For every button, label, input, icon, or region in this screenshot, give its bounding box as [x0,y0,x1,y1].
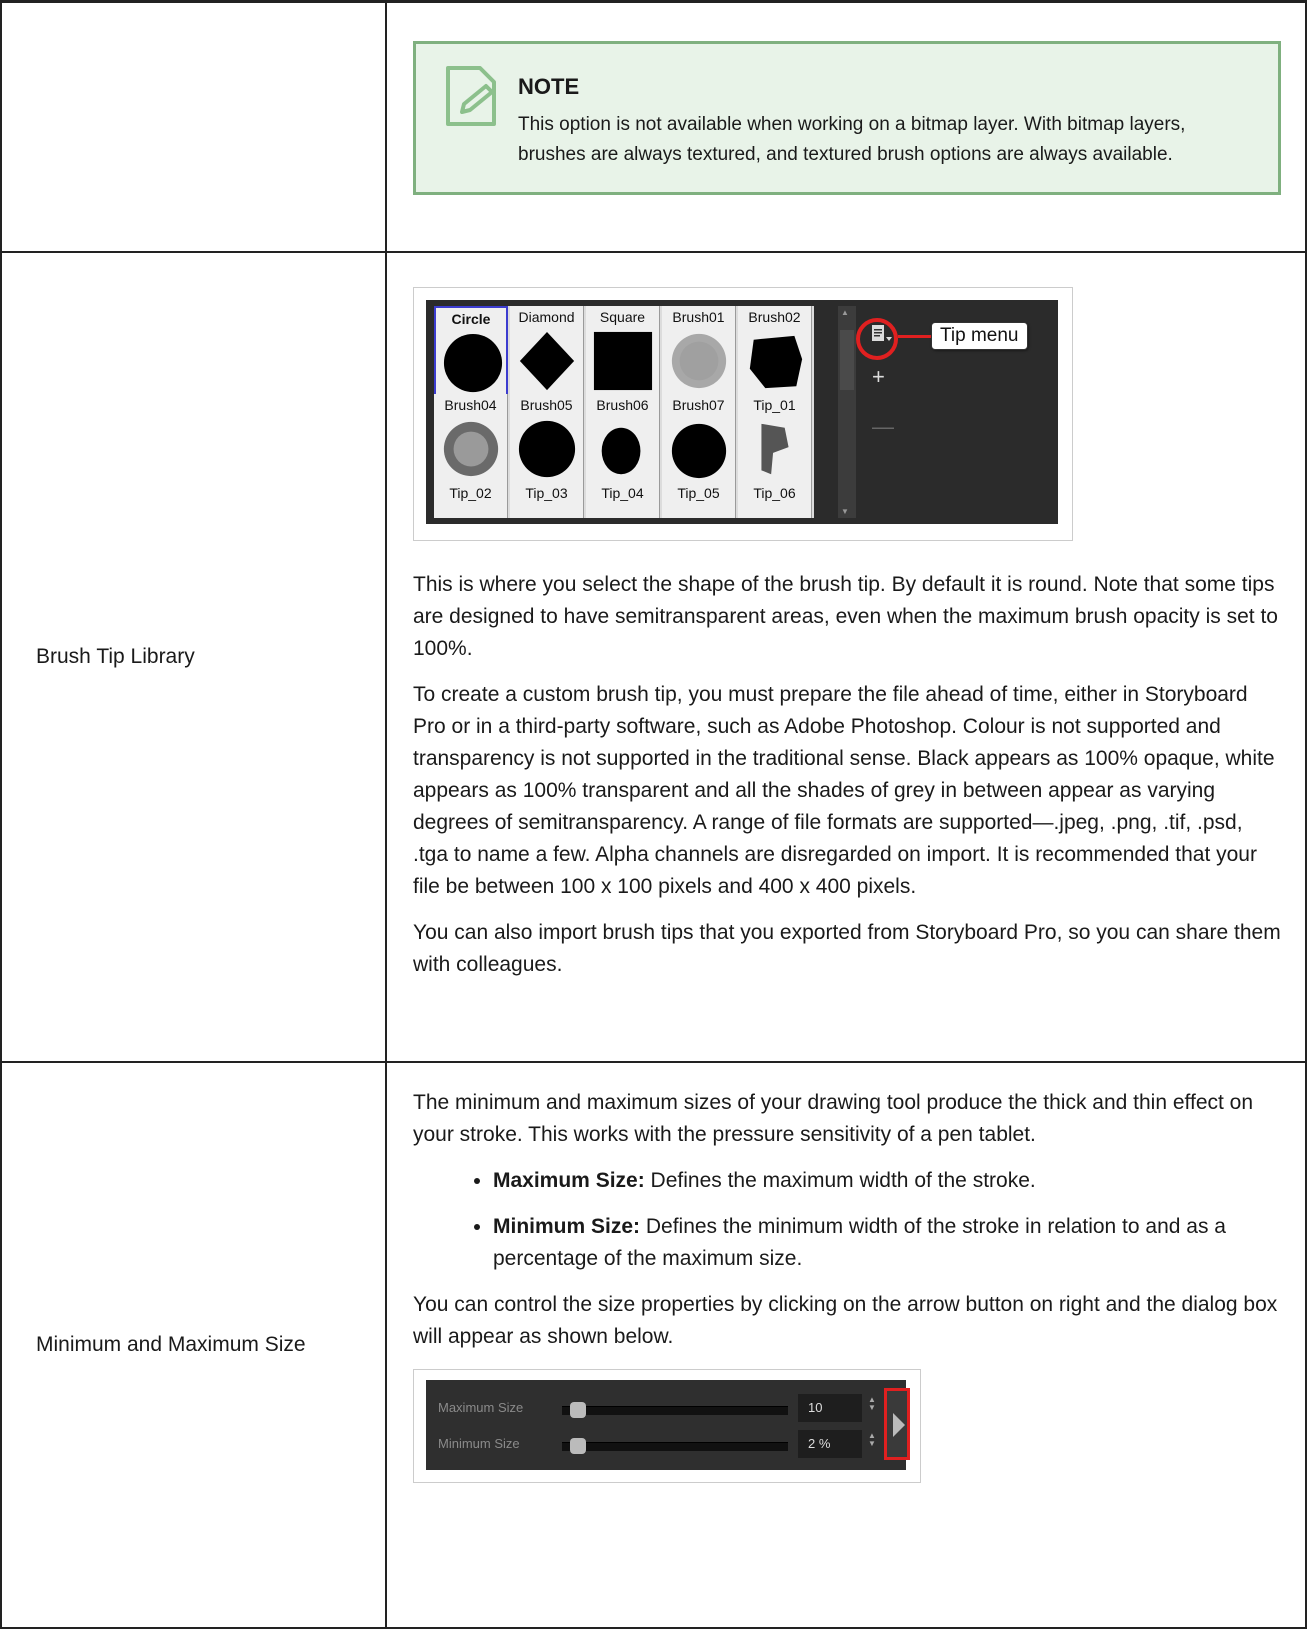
min-size-slider[interactable] [562,1441,788,1451]
note-pencil-icon [446,66,496,126]
brush-tip-label: Square [599,308,646,325]
size-properties-arrow-button[interactable] [884,1387,910,1460]
scroll-down-icon[interactable]: ▼ [841,507,849,516]
tip-menu-callout: Tip menu [931,321,1028,350]
brush-tip-content: Circle Diamond Square Brush01 Brush02 Brush04… [385,250,1307,1063]
brush-tip-label: Tip_03 [525,484,568,501]
add-tip-icon[interactable]: + [872,364,885,390]
callout-line [898,334,932,338]
brush-tip-shape-icon [443,333,503,392]
brush-tip-label: Brush Tip Library [0,250,387,1063]
brush-tip-label: Brush02 [748,308,801,325]
size-row: Minimum and Maximum Size The minimum and… [0,1060,1307,1629]
brush-tip-tip_04[interactable]: Tip_04 [586,481,660,518]
brush-tip-shape-icon [593,331,653,390]
empty-label-cell [0,0,387,253]
brush-tip-label: Tip_01 [753,396,796,413]
brush-tip-label: Brush04 [444,396,497,413]
min-size-knob[interactable] [570,1437,586,1454]
brush-tip-tip_06[interactable]: Tip_06 [738,481,812,518]
brush-tip-diamond[interactable]: Diamond [510,305,584,398]
brush-tip-panel: Circle Diamond Square Brush01 Brush02 Brush04… [426,299,1058,524]
brush-tip-label: Brush06 [596,396,649,413]
brush-tip-shape-icon [671,333,727,388]
note-title: NOTE [518,74,580,99]
brush-tip-brush06[interactable]: Brush06 [586,393,660,486]
brush-tip-shape-icon [671,423,727,478]
brush-tip-brush04[interactable]: Brush04 [434,393,508,486]
brush-tip-tip_03[interactable]: Tip_03 [510,481,584,518]
brush-tip-shape-icon [601,427,641,474]
size-content: The minimum and maximum sizes of your dr… [385,1060,1307,1629]
brush-tip-paragraph-1: This is where you select the shape of th… [413,572,1278,660]
bullet-min-size: Minimum Size: Defines the minimum width … [493,1211,1281,1275]
tip-grid: Circle Diamond Square Brush01 Brush02 Brush04… [434,305,814,518]
size-label: Minimum and Maximum Size [0,1060,387,1629]
brush-tip-tip_01[interactable]: Tip_01 [738,393,812,486]
brush-tip-label: Brush01 [672,308,725,325]
brush-tip-paragraph-2: To create a custom brush tip, you must p… [413,682,1275,898]
max-size-label: Maximum Size [438,1399,524,1415]
brush-tip-row: Brush Tip Library Circle Diamond Square Bru… [0,250,1307,1063]
brush-tip-square[interactable]: Square [586,305,660,398]
note-cell: NOTE This option is not available when w… [385,0,1307,253]
brush-tip-label: Brush05 [520,396,573,413]
tip-menu-highlight [856,317,898,360]
brush-tip-label: Diamond [518,308,575,325]
max-size-spinner-icon[interactable]: ▲ ▼ [868,1395,876,1412]
bullet-desc: Defines the maximum width of the stroke. [644,1168,1036,1192]
size-bullets: Maximum Size: Defines the maximum width … [413,1165,1281,1275]
scroll-up-icon[interactable]: ▲ [841,308,849,317]
min-size-spinner-icon[interactable]: ▲ ▼ [868,1431,876,1448]
brush-tip-shape-icon [519,331,575,390]
properties-table: NOTE This option is not available when w… [0,0,1307,1629]
brush-tip-label: Tip_04 [601,484,644,501]
note-text: This option is not available when workin… [518,114,1186,165]
min-size-label: Minimum Size [438,1435,520,1451]
note-row: NOTE This option is not available when w… [0,0,1307,253]
brush-tip-circle[interactable]: Circle [434,305,508,398]
brush-tip-brush05[interactable]: Brush05 [510,393,584,486]
brush-tip-tip_05[interactable]: Tip_05 [662,481,736,518]
size-paragraph-1: The minimum and maximum sizes of your dr… [413,1090,1254,1146]
max-size-knob[interactable] [570,1401,586,1418]
remove-tip-icon[interactable]: — [872,414,894,440]
size-paragraph-2: You can control the size properties by c… [413,1292,1278,1348]
brush-tip-brush07[interactable]: Brush07 [662,393,736,486]
max-size-slider[interactable] [562,1405,788,1415]
brush-tip-library-screenshot: Circle Diamond Square Brush01 Brush02 Brush04… [413,286,1073,541]
bullet-term: Minimum Size: [493,1214,641,1238]
max-size-input[interactable]: 10 [798,1393,862,1422]
brush-tip-tip_02[interactable]: Tip_02 [434,481,508,518]
brush-tip-shape-icon [761,423,789,474]
brush-tip-brush01[interactable]: Brush01 [662,305,736,398]
brush-tip-label: Brush07 [672,396,725,413]
bullet-max-size: Maximum Size: Defines the maximum width … [493,1165,1281,1197]
min-size-input[interactable]: 2 % [798,1429,862,1458]
scroll-thumb[interactable] [840,329,854,390]
note-box: NOTE This option is not available when w… [413,41,1281,195]
brush-tip-label: Circle [451,310,491,327]
brush-tip-shape-icon [518,420,576,477]
bullet-term: Maximum Size: [493,1168,645,1192]
size-widget-screenshot: Maximum Size 10 ▲ ▼ Minimum Size 2 % ▲ ▼ [413,1368,921,1483]
brush-tip-shape-icon [443,421,499,476]
brush-tip-label: Tip_02 [449,484,492,501]
size-panel: Maximum Size 10 ▲ ▼ Minimum Size 2 % ▲ ▼ [426,1379,910,1470]
brush-tip-shape-icon [749,335,803,388]
brush-tip-label: Tip_06 [753,484,796,501]
tip-scrollbar[interactable]: ▲ ▼ [838,305,856,518]
brush-tip-paragraph-3: You can also import brush tips that you … [413,920,1281,976]
brush-tip-label: Tip_05 [677,484,720,501]
brush-tip-brush02[interactable]: Brush02 [738,305,812,398]
